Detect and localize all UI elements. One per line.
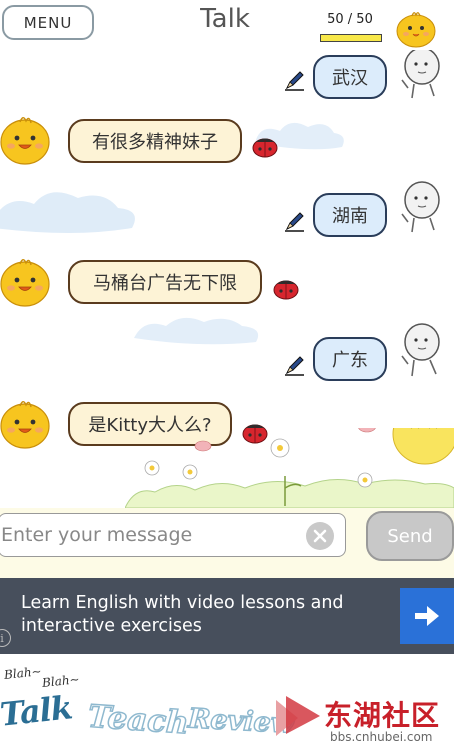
message-text: 有很多精神妹子 bbox=[92, 132, 218, 153]
pencil-icon[interactable] bbox=[284, 354, 306, 376]
message-text: 武汉 bbox=[332, 68, 368, 89]
chick-mascot-icon bbox=[396, 12, 436, 48]
message-bubble: 有很多精神妹子 bbox=[68, 119, 242, 163]
flower-meadow-decoration bbox=[125, 428, 454, 508]
message-bubble: 湖南 bbox=[313, 193, 387, 237]
message-bubble: 武汉 bbox=[313, 55, 387, 99]
pencil-icon[interactable] bbox=[284, 69, 306, 91]
menu-button[interactable]: MENU bbox=[2, 5, 94, 40]
close-icon bbox=[313, 529, 327, 543]
arrow-right-icon bbox=[415, 606, 439, 626]
message-bubble: 马桶台广告无下限 bbox=[68, 260, 262, 304]
ad-info-icon[interactable]: i bbox=[0, 629, 11, 647]
watermark-url: bbs.cnhubei.com bbox=[330, 730, 433, 744]
chick-avatar-icon[interactable] bbox=[0, 112, 52, 168]
message-input[interactable] bbox=[0, 513, 346, 557]
ad-text: Learn English with video lessons and int… bbox=[21, 593, 344, 636]
chick-avatar-icon[interactable] bbox=[0, 254, 52, 310]
message-text: 广东 bbox=[332, 350, 368, 371]
stickman-avatar-icon[interactable] bbox=[398, 322, 444, 382]
menu-button-label: MENU bbox=[23, 13, 73, 32]
page-title: Talk bbox=[200, 4, 250, 34]
chick-avatar-icon[interactable] bbox=[0, 396, 52, 452]
chat-message-row: 广东 bbox=[0, 323, 454, 396]
send-button[interactable]: Send bbox=[366, 511, 454, 561]
blah-decoration: Blah~ bbox=[3, 664, 43, 682]
send-button-label: Send bbox=[387, 525, 433, 547]
ad-banner[interactable]: Learn English with video lessons and int… bbox=[0, 578, 454, 654]
message-bubble: 广东 bbox=[313, 337, 387, 381]
ad-open-button[interactable] bbox=[400, 588, 454, 644]
ladybug-icon[interactable] bbox=[251, 134, 279, 158]
chat-area[interactable]: 武汉 有很多精神妹子 湖南 马桶台广告无下限 广东 是Kitty大人么? bbox=[0, 50, 454, 508]
message-quota-text: 50 / 50 bbox=[327, 12, 373, 27]
tab-talk[interactable]: Talk bbox=[0, 688, 74, 733]
message-quota-bar bbox=[320, 34, 382, 42]
top-bar: MENU Talk 50 / 50 bbox=[0, 0, 454, 50]
watermark-name: 东湖社区 bbox=[324, 699, 441, 732]
message-text: 湖南 bbox=[332, 206, 368, 227]
chat-message-row: 马桶台广告无下限 bbox=[0, 254, 454, 314]
stickman-avatar-icon[interactable] bbox=[398, 180, 444, 238]
chat-message-row: 湖南 bbox=[0, 181, 454, 252]
message-composer: Send bbox=[0, 508, 454, 578]
blah-decoration: Blah~ bbox=[41, 672, 81, 690]
tab-teach[interactable]: Teach bbox=[86, 698, 191, 742]
clear-input-button[interactable] bbox=[306, 522, 334, 550]
chat-message-row: 有很多精神妹子 bbox=[0, 112, 454, 172]
message-quota-fill bbox=[321, 35, 381, 41]
watermark-logo-icon bbox=[276, 696, 320, 736]
bottom-navigation: Blah~ Blah~ Talk Teach Review 东湖社区 bbs.c… bbox=[0, 654, 454, 750]
ladybug-icon[interactable] bbox=[272, 276, 300, 300]
site-watermark: 东湖社区 bbs.cnhubei.com bbox=[270, 694, 454, 750]
stickman-avatar-icon[interactable] bbox=[398, 50, 444, 104]
message-text: 马桶台广告无下限 bbox=[93, 273, 237, 294]
pencil-icon[interactable] bbox=[284, 210, 306, 232]
chat-message-row: 武汉 bbox=[0, 50, 454, 112]
